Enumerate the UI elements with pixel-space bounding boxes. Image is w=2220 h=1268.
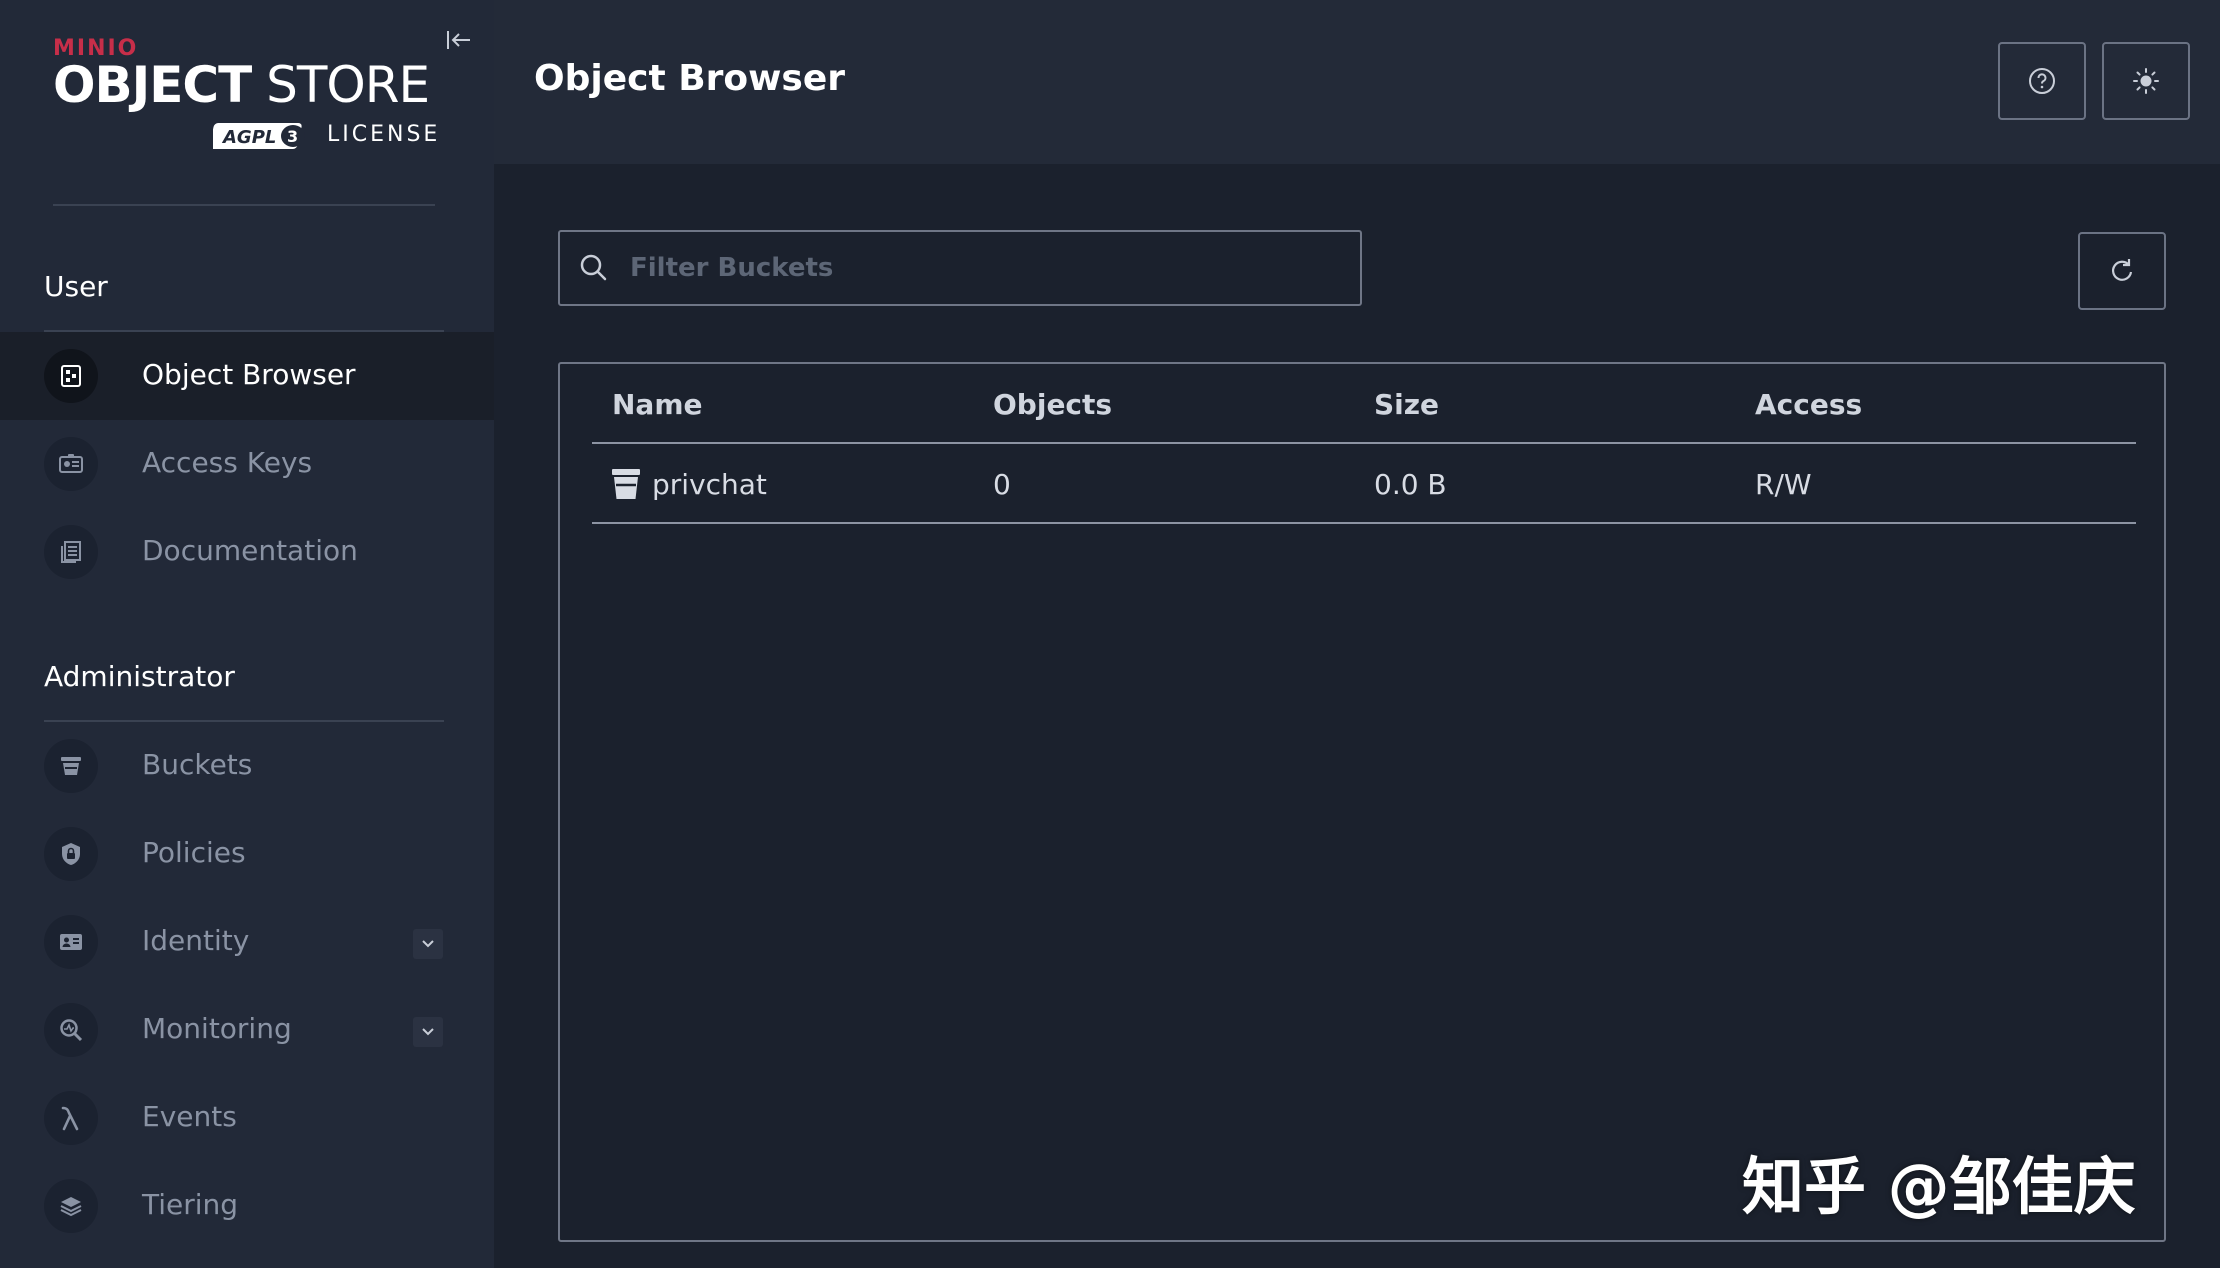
layers-icon [44, 1179, 98, 1233]
section-title-user: User [44, 270, 108, 303]
chevron-down-icon [422, 1028, 434, 1036]
sidebar-item-policies[interactable]: Policies [0, 810, 494, 898]
sidebar-item-label: Documentation [142, 534, 358, 567]
svg-text:AGPL: AGPL [221, 127, 276, 148]
sidebar-item-label: Buckets [142, 748, 253, 781]
object-browser-icon [44, 349, 98, 403]
logo-product-light: STORE [251, 56, 430, 114]
help-button[interactable] [1998, 42, 2086, 120]
expand-monitoring-button[interactable] [413, 1017, 443, 1047]
policy-shield-icon [44, 827, 98, 881]
sidebar: MINIO OBJECT STORE AGPL 3 LICENSE User O… [0, 0, 494, 1268]
sidebar-item-object-browser[interactable]: Object Browser [0, 332, 494, 420]
bucket-access: R/W [1755, 468, 1812, 501]
search-icon [580, 254, 607, 281]
expand-identity-button[interactable] [413, 929, 443, 959]
column-header-size[interactable]: Size [1374, 388, 1439, 421]
logo-product-bold: OBJECT [53, 56, 252, 114]
sidebar-item-label: Monitoring [142, 1012, 292, 1045]
section-title-administrator: Administrator [44, 660, 235, 693]
access-keys-icon [44, 437, 98, 491]
logo-license-text: LICENSE [327, 122, 441, 147]
table-header: Name Objects Size Access [592, 364, 2136, 444]
sidebar-item-events[interactable]: Events [0, 1074, 494, 1162]
refresh-icon [2111, 259, 2133, 281]
page-title: Object Browser [534, 58, 845, 99]
sidebar-item-buckets[interactable]: Buckets [0, 722, 494, 810]
sidebar-item-access-keys[interactable]: Access Keys [0, 420, 494, 508]
monitoring-icon [44, 1003, 98, 1057]
logo-divider [53, 204, 435, 206]
sidebar-item-tiering[interactable]: Tiering [0, 1162, 494, 1250]
refresh-buckets-button[interactable] [2078, 232, 2166, 310]
theme-toggle-button[interactable] [2102, 42, 2190, 120]
column-header-name[interactable]: Name [612, 388, 703, 421]
bucket-icon [44, 739, 98, 793]
help-circle-icon [2029, 68, 2055, 94]
table-row[interactable]: privchat 0 0.0 B R/W [592, 444, 2136, 524]
sidebar-item-monitoring[interactable]: Monitoring [0, 986, 494, 1074]
documentation-icon [44, 525, 98, 579]
minio-logo: MINIO OBJECT STORE AGPL 3 LICENSE [53, 36, 443, 156]
sidebar-item-label: Object Browser [142, 358, 356, 391]
bucket-objects: 0 [993, 468, 1011, 501]
sun-icon [2133, 68, 2159, 94]
lambda-icon [44, 1091, 98, 1145]
collapse-left-icon [447, 31, 470, 49]
sidebar-item-label: Tiering [142, 1188, 239, 1221]
sidebar-item-label: Policies [142, 836, 246, 869]
bucket-name: privchat [652, 468, 767, 501]
sidebar-item-label: Events [142, 1100, 237, 1133]
sidebar-item-label: Identity [142, 924, 250, 957]
svg-text:3: 3 [287, 127, 298, 146]
agpl-license-badge-icon: AGPL 3 [213, 123, 305, 149]
collapse-sidebar-button[interactable] [443, 24, 475, 56]
page-header: Object Browser [494, 0, 2220, 164]
buckets-table: Name Objects Size Access privchat 0 0.0 … [558, 362, 2166, 1242]
sidebar-item-label: Access Keys [142, 446, 313, 479]
chevron-down-icon [422, 940, 434, 948]
bucket-icon [612, 469, 640, 499]
bucket-size: 0.0 B [1374, 468, 1447, 501]
filter-buckets-input[interactable] [630, 232, 1350, 304]
filter-buckets-search[interactable] [558, 230, 1362, 306]
column-header-objects[interactable]: Objects [993, 388, 1112, 421]
identity-card-icon [44, 915, 98, 969]
column-header-access[interactable]: Access [1755, 388, 1862, 421]
sidebar-item-documentation[interactable]: Documentation [0, 508, 494, 596]
sidebar-item-identity[interactable]: Identity [0, 898, 494, 986]
logo-product-name: OBJECT STORE [53, 60, 430, 110]
watermark: 知乎 @邹佳庆 [1742, 1150, 2136, 1223]
